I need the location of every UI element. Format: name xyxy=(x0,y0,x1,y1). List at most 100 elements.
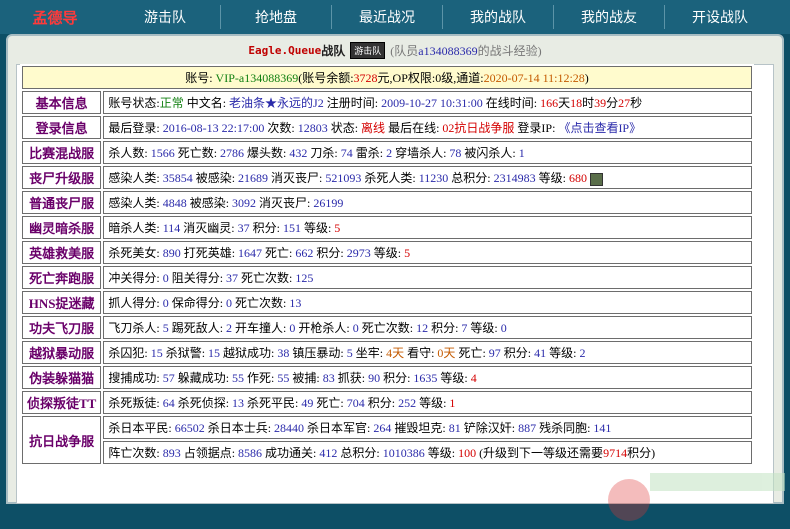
stat-value: 4天 xyxy=(386,346,405,360)
stat-field-label: 雷杀: xyxy=(352,146,387,160)
stat-row-zombie: 丧尸升级服 感染人类: 35854 被感染: 21689 消灭丧尸: 521093… xyxy=(22,166,752,189)
stat-field-label: 消灭丧尸: xyxy=(256,196,314,210)
stat-label[interactable]: 普通丧尸服 xyxy=(22,191,102,214)
op-label: 元,OP权限: xyxy=(377,71,436,85)
stat-label[interactable]: 功夫飞刀服 xyxy=(22,316,102,339)
stat-field-label: 杀死美女: xyxy=(108,246,163,260)
stat-label[interactable]: 英雄救美服 xyxy=(22,241,102,264)
stat-label[interactable]: 侦探叛徒TT xyxy=(22,391,102,414)
stat-value: 662 xyxy=(295,246,314,260)
nav-item-4[interactable]: 我的战友 xyxy=(554,0,664,34)
stat-value[interactable]: 《点击查看IP》 xyxy=(558,121,641,135)
stat-field-label: 登录IP: xyxy=(514,121,559,135)
team-suffix: 战队 xyxy=(321,43,346,58)
stat-field-label: 死亡次数: xyxy=(238,271,296,285)
stat-values: 最后登录: 2016-08-13 22:17:00 次数: 12803 状态: … xyxy=(103,116,752,139)
member-subtitle: (队员a134088369的战斗经验) xyxy=(390,42,541,59)
stat-value: 0 xyxy=(500,321,507,335)
stat-field-label: 感染人类: xyxy=(108,171,163,185)
stat-label[interactable]: 比赛混战服 xyxy=(22,141,102,164)
stat-value: 15 xyxy=(208,346,221,360)
stat-label[interactable]: 死亡奔跑服 xyxy=(22,266,102,289)
stat-field-label: 被感染: xyxy=(186,196,233,210)
stat-values: 暗杀人类: 114 消灭幽灵: 37 积分: 151 等级: 5 xyxy=(103,216,752,239)
stat-value: 27 xyxy=(618,96,631,110)
account-cell: 账号: VIP-a134088369(账号余额:3728元,OP权限:0级,通道… xyxy=(22,66,752,89)
nav-item-0[interactable]: 游击队 xyxy=(110,0,220,34)
stat-row-run: 死亡奔跑服 冲关得分: 0 阻关得分: 37 死亡次数: 125 xyxy=(22,266,752,289)
stat-row-ghost: 幽灵暗杀服 暗杀人类: 114 消灭幽灵: 37 积分: 151 等级: 5 xyxy=(22,216,752,239)
site-logo[interactable]: 孟德导 xyxy=(0,0,110,34)
stat-row-hns: HNS捉迷藏 抓人得分: 0 保命得分: 0 死亡次数: 13 xyxy=(22,291,752,314)
stat-label[interactable]: 基本信息 xyxy=(22,91,102,114)
stat-label[interactable]: 丧尸升级服 xyxy=(22,166,102,189)
stat-label[interactable]: 伪装躲猫猫 xyxy=(22,366,102,389)
team-header: Eagle.Queue 战队 游击队 (队员a134088369的战斗经验) xyxy=(8,36,782,64)
stat-field-label: 阻关得分: xyxy=(168,271,227,285)
stat-row-login: 登录信息 最后登录: 2016-08-13 22:17:00 次数: 12803 … xyxy=(22,116,752,139)
team-name[interactable]: Eagle.Queue xyxy=(248,44,321,57)
stat-value: 893 xyxy=(162,446,181,460)
stat-row-war2: 阵亡次数: 893 占领据点: 8586 成功通关: 412 总积分: 1010… xyxy=(22,441,752,464)
top-nav-bar: 孟德导 游击队 抢地盘 最近战况 我的战队 我的战友 开设战队 xyxy=(0,0,790,34)
stat-field-label: 积分: xyxy=(249,221,283,235)
stat-field-label: 被闪杀人: xyxy=(461,146,519,160)
member-id[interactable]: a134088369 xyxy=(418,44,477,58)
stat-field-label: 感染人类: xyxy=(108,196,163,210)
stat-field-label: 总积分: xyxy=(448,171,494,185)
stat-field-label: 积分: xyxy=(313,246,347,260)
stat-field-label: 摧毁坦克: xyxy=(391,421,449,435)
stat-value: 2009-10-27 10:31:00 xyxy=(381,96,483,110)
stat-row-hero: 英雄救美服 杀死美女: 890 打死英雄: 1647 死亡: 662 积分: 29… xyxy=(22,241,752,264)
stat-field-label: 最后在线: xyxy=(385,121,443,135)
stat-field-label: 躲藏成功: xyxy=(174,371,233,385)
stat-value: 21689 xyxy=(238,171,269,185)
stat-field-label: 飞刀杀人: xyxy=(108,321,163,335)
account-balance: 3728 xyxy=(353,71,378,85)
stat-field-label: 账号状态: xyxy=(108,96,160,110)
nav-item-5[interactable]: 开设战队 xyxy=(665,0,775,34)
stat-value: 2314983 xyxy=(493,171,536,185)
stat-field-label: 消灭丧尸: xyxy=(268,171,326,185)
balance-prefix: (账号余额: xyxy=(298,71,354,85)
stat-value: 74 xyxy=(340,146,353,160)
nav-item-3[interactable]: 我的战队 xyxy=(443,0,553,34)
stat-value: 704 xyxy=(346,396,365,410)
nav-item-2[interactable]: 最近战况 xyxy=(332,0,442,34)
stat-value: 83 xyxy=(322,371,335,385)
stat-field-label: 中文名: xyxy=(183,96,230,110)
stat-value: 78 xyxy=(449,146,462,160)
stat-value: 49 xyxy=(301,396,314,410)
subtitle-prefix: (队员 xyxy=(390,43,419,58)
stat-label[interactable]: 抗日战争服 xyxy=(22,416,102,464)
stat-label[interactable]: HNS捉迷藏 xyxy=(22,291,102,314)
stat-value: 166 xyxy=(540,96,559,110)
stat-value: 2016-08-13 22:17:00 xyxy=(162,121,265,135)
stat-field-label: 搜捕成功: xyxy=(108,371,163,385)
stat-field-label: 铲除汉奸: xyxy=(460,421,519,435)
stat-field-label: 爆头数: xyxy=(244,146,290,160)
stat-field-label: 杀死平民: xyxy=(244,396,302,410)
stat-field-label: 成功通关: xyxy=(262,446,320,460)
stat-field-label: 开枪杀人: xyxy=(295,321,353,335)
stat-values: 感染人类: 35854 被感染: 21689 消灭丧尸: 521093 杀死人类… xyxy=(103,166,752,189)
stat-field-label: 镇压暴动: xyxy=(289,346,347,360)
team-type-badge: 游击队 xyxy=(350,41,386,59)
stat-value: 2 xyxy=(579,346,586,360)
stat-field-label: 死亡次数: xyxy=(358,321,417,335)
stat-field-label: 残杀同胞: xyxy=(536,421,594,435)
stat-label[interactable]: 越狱暴动服 xyxy=(22,341,102,364)
close-paren: ) xyxy=(584,71,589,85)
stat-values: 飞刀杀人: 5 踢死敌人: 2 开车撞人: 0 开枪杀人: 0 死亡次数: 12… xyxy=(103,316,752,339)
stat-label[interactable]: 登录信息 xyxy=(22,116,102,139)
account-datetime: 2020-07-14 11:12:28 xyxy=(483,71,585,85)
nav-item-1[interactable]: 抢地盘 xyxy=(221,0,331,34)
stat-value: 15 xyxy=(150,346,163,360)
stat-row-war1: 抗日战争服 杀日本平民: 66502 杀日本士兵: 28440 杀日本军官: 26… xyxy=(22,416,752,464)
stat-value: 老油条★永远的J2 xyxy=(229,96,324,110)
stat-label[interactable]: 幽灵暗杀服 xyxy=(22,216,102,239)
stat-value: 4 xyxy=(470,371,477,385)
stat-value: 39 xyxy=(594,96,607,110)
stat-value: 2973 xyxy=(346,246,371,260)
stat-field-label: 等级: xyxy=(467,321,501,335)
